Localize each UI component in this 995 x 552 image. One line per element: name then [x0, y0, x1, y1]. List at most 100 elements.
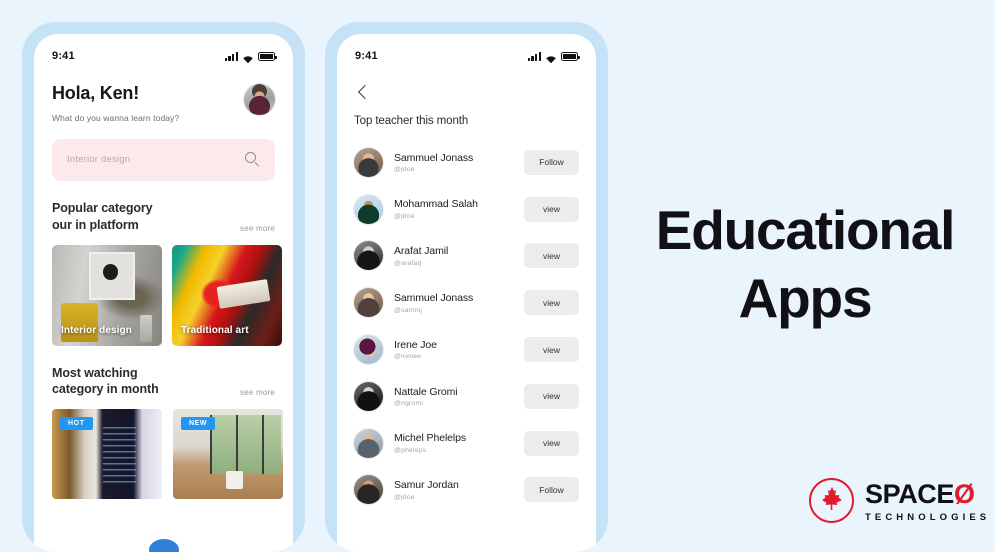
category-card-traditional-art[interactable]: Traditional art	[172, 244, 282, 346]
category-card-label: Traditional art	[181, 324, 249, 336]
view-button[interactable]: view	[524, 337, 579, 363]
teacher-name: Irene Joe	[394, 338, 437, 351]
most-watching-title: Most watching category in month	[52, 365, 159, 399]
phone1-status-bar: 9:41	[34, 34, 293, 66]
teacher-handle: @jdoe	[394, 166, 415, 174]
avatar	[354, 475, 383, 505]
follow-button[interactable]: Follow	[524, 477, 579, 503]
signal-bars-icon	[527, 51, 541, 61]
battery-icon	[258, 52, 277, 61]
teacher-meta: Mohammad Salah @jdoe	[394, 198, 524, 220]
maple-leaf-in-circle-icon	[809, 478, 854, 523]
status-time: 9:41	[52, 50, 75, 62]
page-title: Top teacher this month	[354, 115, 469, 127]
teacher-handle: @arafatj	[394, 259, 422, 267]
list-item[interactable]: Nattale Gromi @ngromi view	[354, 373, 579, 420]
list-item[interactable]: Arafat Jamil @arafatj view	[354, 233, 579, 280]
avatar	[354, 335, 383, 365]
teacher-name: Michel Phelelps	[394, 432, 467, 445]
list-item[interactable]: Samur Jordan @jdoe Follow	[354, 467, 579, 514]
vase-shape	[140, 315, 153, 342]
popular-category-cards: Interior design Traditional art	[52, 244, 282, 346]
teacher-meta: Michel Phelelps @pheleps	[394, 432, 524, 454]
phone2-screen: 9:41 Top teacher this month Sammuel Jona…	[337, 34, 596, 552]
wifi-icon	[242, 51, 254, 64]
hero-line-2: Apps	[738, 267, 873, 330]
view-button[interactable]: view	[524, 196, 579, 222]
logo-tagline: TECHNOLOGIES	[865, 511, 991, 523]
status-badge: HOT	[60, 417, 93, 431]
status-time: 9:41	[355, 50, 378, 62]
teacher-handle: @ngromi	[394, 400, 424, 408]
view-button[interactable]: view	[524, 383, 579, 409]
battery-icon	[561, 52, 580, 61]
teacher-meta: Samur Jordan @jdoe	[394, 479, 524, 501]
teacher-meta: Irene Joe @irenee	[394, 339, 524, 361]
avatar	[354, 147, 383, 177]
bottom-nav-indicator[interactable]	[148, 539, 179, 552]
view-button[interactable]: view	[524, 243, 579, 269]
avatar	[354, 428, 383, 458]
search-input[interactable]: Interior design	[67, 154, 130, 165]
avatar	[354, 381, 383, 411]
list-item[interactable]: Mohammad Salah @jdoe view	[354, 186, 579, 233]
hero-line-1: Educational	[655, 199, 956, 261]
list-item[interactable]: Michel Phelelps @pheleps view	[354, 420, 579, 467]
avatar	[354, 194, 383, 224]
teacher-handle: @jdoe	[394, 493, 415, 501]
search-icon[interactable]	[245, 152, 260, 167]
phone2-status-bar: 9:41	[337, 34, 596, 66]
search-bar[interactable]: Interior design	[52, 138, 275, 181]
teacher-name: Sammuel Jonass	[394, 292, 474, 304]
avatar	[354, 288, 383, 318]
list-item[interactable]: Sammuel Jonass @sammj view	[354, 279, 579, 326]
teacher-name: Mohammad Salah	[394, 198, 478, 211]
popular-title-line2: our in platform	[52, 217, 139, 232]
teacher-list: Sammuel Jonass @jdoe Follow Mohammad Sal…	[354, 139, 579, 513]
category-card-label: Interior design	[61, 324, 132, 336]
teacher-meta: Sammuel Jonass @sammj	[394, 292, 524, 314]
greeting-text-block: Hola, Ken! What do you wanna learn today…	[52, 83, 179, 123]
maple-leaf-icon	[820, 485, 844, 515]
teacher-name: Arafat Jamil	[394, 245, 449, 258]
avatar[interactable]	[244, 84, 275, 115]
popular-category-title: Popular category our in platform	[52, 200, 153, 234]
page-title: Hola, Ken!	[52, 83, 140, 103]
see-more-most-watching[interactable]: see more	[240, 388, 275, 398]
list-item[interactable]: Irene Joe @irenee view	[354, 326, 579, 373]
phone1-content: Hola, Ken! What do you wanna learn today…	[34, 83, 293, 500]
category-card-interior-design[interactable]: Interior design	[52, 244, 162, 346]
most-watching-title-line1: Most watching	[52, 365, 138, 380]
teacher-handle: @pheleps	[394, 446, 427, 454]
wifi-icon	[545, 51, 557, 64]
popular-title-line1: Popular category	[52, 200, 153, 215]
status-badge: NEW	[181, 417, 216, 431]
teacher-meta: Sammuel Jonass @jdoe	[394, 152, 524, 174]
teacher-handle: @sammj	[394, 306, 423, 314]
teacher-name: Samur Jordan	[394, 479, 459, 492]
right-panel: Educational Apps SPACE Ø TECHNOLOGIES	[615, 0, 995, 540]
teacher-name: Nattale Gromi	[394, 385, 458, 398]
logo-wordmark: SPACE Ø TECHNOLOGIES	[865, 479, 990, 523]
brand-logo: SPACE Ø TECHNOLOGIES	[809, 478, 990, 523]
teacher-meta: Arafat Jamil @arafatj	[394, 245, 524, 267]
watching-card-new[interactable]: NEW	[173, 409, 283, 500]
most-watching-title-line2: category in month	[52, 382, 159, 397]
view-button[interactable]: view	[524, 290, 579, 316]
list-item[interactable]: Sammuel Jonass @jdoe Follow	[354, 139, 579, 186]
watching-card-hot[interactable]: HOT	[52, 409, 162, 500]
popular-category-header: Popular category our in platform see mor…	[52, 200, 275, 234]
follow-button[interactable]: Follow	[524, 149, 579, 175]
teacher-handle: @jdoe	[394, 212, 415, 220]
teacher-handle: @irenee	[394, 353, 422, 361]
see-more-popular[interactable]: see more	[240, 224, 275, 234]
teacher-name: Sammuel Jonass	[394, 151, 474, 164]
most-watching-header: Most watching category in month see more	[52, 365, 275, 399]
logo-space-text: SPACE	[865, 478, 955, 509]
teacher-meta: Nattale Gromi @ngromi	[394, 386, 524, 408]
chevron-left-icon[interactable]	[354, 85, 370, 101]
phone2-content: Top teacher this month Sammuel Jonass @j…	[337, 85, 596, 513]
status-icons	[527, 51, 580, 64]
logo-o-glyph: Ø	[954, 478, 975, 509]
view-button[interactable]: view	[524, 430, 579, 456]
